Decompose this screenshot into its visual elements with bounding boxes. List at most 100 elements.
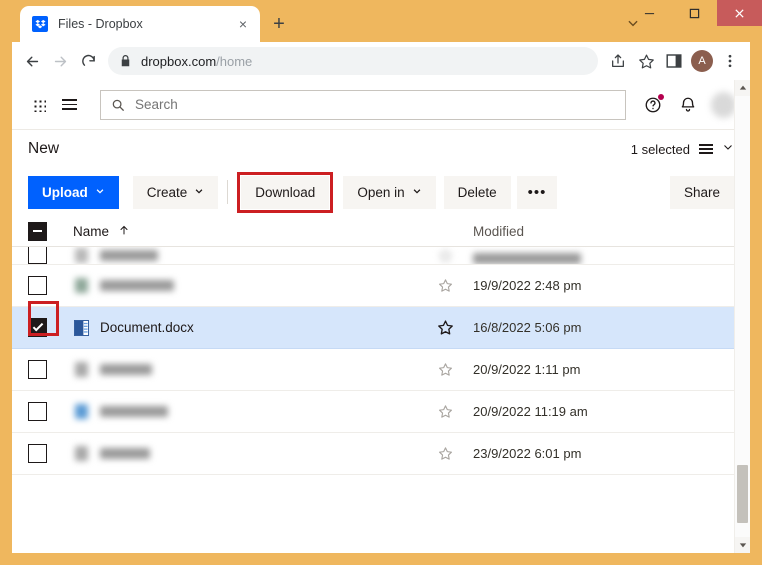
row-modified: 19/9/2022 2:48 pm xyxy=(473,278,582,293)
favorite-star-icon[interactable] xyxy=(437,361,454,378)
url-text: dropbox.com/home xyxy=(141,54,252,69)
table-row[interactable]: 20/9/2022 11:19 am xyxy=(12,391,750,433)
selected-count-label: 1 selected xyxy=(630,141,690,157)
help-circle-icon[interactable] xyxy=(640,92,665,118)
action-toolbar: Upload Create Download Open in Delete ••… xyxy=(12,168,750,216)
row-modified: 23/9/2022 6:01 pm xyxy=(473,446,582,461)
bell-icon[interactable] xyxy=(676,92,701,118)
favorite-star-icon[interactable] xyxy=(437,319,454,336)
notification-dot-badge xyxy=(657,93,664,100)
create-button-label: Create xyxy=(146,184,188,200)
favorite-star-icon[interactable] xyxy=(437,277,454,294)
open-in-button[interactable]: Open in xyxy=(343,175,436,209)
file-type-icon xyxy=(73,277,90,294)
file-list: 19/9/2022 2:48 pm Document.docx 16/8/202… xyxy=(12,247,750,553)
delete-button-label: Delete xyxy=(457,184,497,200)
avatar[interactable]: A xyxy=(688,47,716,75)
sort-ascending-icon xyxy=(118,224,130,239)
bookmark-star-icon[interactable] xyxy=(632,47,660,75)
column-header-modified[interactable]: Modified xyxy=(473,224,524,239)
row-modified: 16/8/2022 5:06 pm xyxy=(473,320,582,335)
row-checkbox[interactable] xyxy=(28,276,47,295)
row-name-label: Document.docx xyxy=(100,320,194,335)
row-name xyxy=(73,403,168,420)
toolbar-divider xyxy=(227,180,229,204)
delete-button[interactable]: Delete xyxy=(443,175,511,209)
back-icon[interactable] xyxy=(18,47,46,75)
row-name-label xyxy=(100,406,168,417)
row-checkbox[interactable] xyxy=(28,318,47,337)
download-button-label: Download xyxy=(255,184,316,200)
row-checkbox[interactable] xyxy=(28,247,47,264)
row-name xyxy=(73,277,174,294)
row-name: Document.docx xyxy=(73,319,194,336)
page-scrollbar[interactable] xyxy=(734,80,750,553)
row-name-label xyxy=(100,364,152,375)
hamburger-menu-icon[interactable] xyxy=(56,92,82,118)
dropbox-header xyxy=(12,80,750,130)
table-row-document-docx[interactable]: Document.docx 16/8/2022 5:06 pm xyxy=(12,301,750,349)
favorite-star-icon[interactable] xyxy=(437,247,454,264)
upload-button[interactable]: Upload xyxy=(28,175,119,209)
scrollbar-thumb[interactable] xyxy=(737,465,748,523)
create-button[interactable]: Create xyxy=(132,175,219,209)
scroll-up-button[interactable] xyxy=(735,80,750,96)
row-checkbox[interactable] xyxy=(28,360,47,379)
share-icon[interactable] xyxy=(604,47,632,75)
row-name-label xyxy=(100,280,174,291)
row-checkbox[interactable] xyxy=(28,444,47,463)
view-chevron-down-icon[interactable] xyxy=(722,140,734,158)
search-box[interactable] xyxy=(100,89,627,120)
search-input[interactable] xyxy=(135,97,616,112)
favorite-star-icon[interactable] xyxy=(437,403,454,420)
address-bar[interactable]: dropbox.com/home xyxy=(108,47,598,75)
side-panel-icon[interactable] xyxy=(660,47,688,75)
close-window-button[interactable] xyxy=(717,0,762,26)
select-all-checkbox[interactable] xyxy=(28,221,47,241)
table-row[interactable]: 19/9/2022 2:48 pm xyxy=(12,265,750,307)
list-view-icon[interactable] xyxy=(699,143,713,155)
file-list-header: Name Modified xyxy=(12,216,750,247)
share-button-label: Share xyxy=(683,184,720,200)
row-name xyxy=(73,445,150,462)
row-name-label xyxy=(100,448,150,459)
scroll-down-button[interactable] xyxy=(735,537,750,553)
favorite-star-icon[interactable] xyxy=(437,445,454,462)
upload-button-label: Upload xyxy=(42,184,88,200)
search-icon xyxy=(111,98,127,112)
more-actions-button[interactable]: ••• xyxy=(516,175,558,209)
file-type-icon xyxy=(73,247,90,264)
dropbox-favicon xyxy=(32,16,48,32)
file-type-icon xyxy=(73,403,90,420)
column-header-name[interactable]: Name xyxy=(73,224,130,239)
table-row[interactable] xyxy=(12,247,750,265)
new-tab-button[interactable]: + xyxy=(268,13,290,35)
reload-icon[interactable] xyxy=(74,47,102,75)
table-row[interactable]: 20/9/2022 1:11 pm xyxy=(12,349,750,391)
three-dot-menu-icon[interactable] xyxy=(716,47,744,75)
table-row[interactable]: 23/9/2022 6:01 pm xyxy=(12,433,750,475)
user-avatar[interactable] xyxy=(710,91,736,118)
app-grid-icon[interactable] xyxy=(26,92,52,118)
download-button[interactable]: Download xyxy=(241,175,330,209)
download-highlight-box: Download xyxy=(237,171,334,213)
window-controls xyxy=(627,0,762,26)
close-icon[interactable]: × xyxy=(234,15,252,33)
column-header-name-label: Name xyxy=(73,223,110,239)
url-domain: dropbox.com xyxy=(141,53,217,69)
chevron-down-icon xyxy=(194,186,204,199)
file-type-icon xyxy=(73,361,90,378)
row-checkbox[interactable] xyxy=(28,402,47,421)
chevron-down-icon xyxy=(412,186,422,199)
avatar-initial: A xyxy=(691,50,713,72)
maximize-button[interactable] xyxy=(672,0,717,26)
minimize-button[interactable] xyxy=(627,0,672,26)
url-path: /home xyxy=(216,53,253,69)
lock-icon xyxy=(118,54,132,68)
dropbox-subheader: New 1 selected xyxy=(12,130,750,168)
chevron-down-icon xyxy=(95,186,105,199)
file-type-icon xyxy=(73,445,90,462)
browser-tab-files-dropbox[interactable]: Files - Dropbox × xyxy=(20,6,260,42)
word-doc-icon xyxy=(73,319,90,336)
share-button[interactable]: Share xyxy=(669,175,734,209)
